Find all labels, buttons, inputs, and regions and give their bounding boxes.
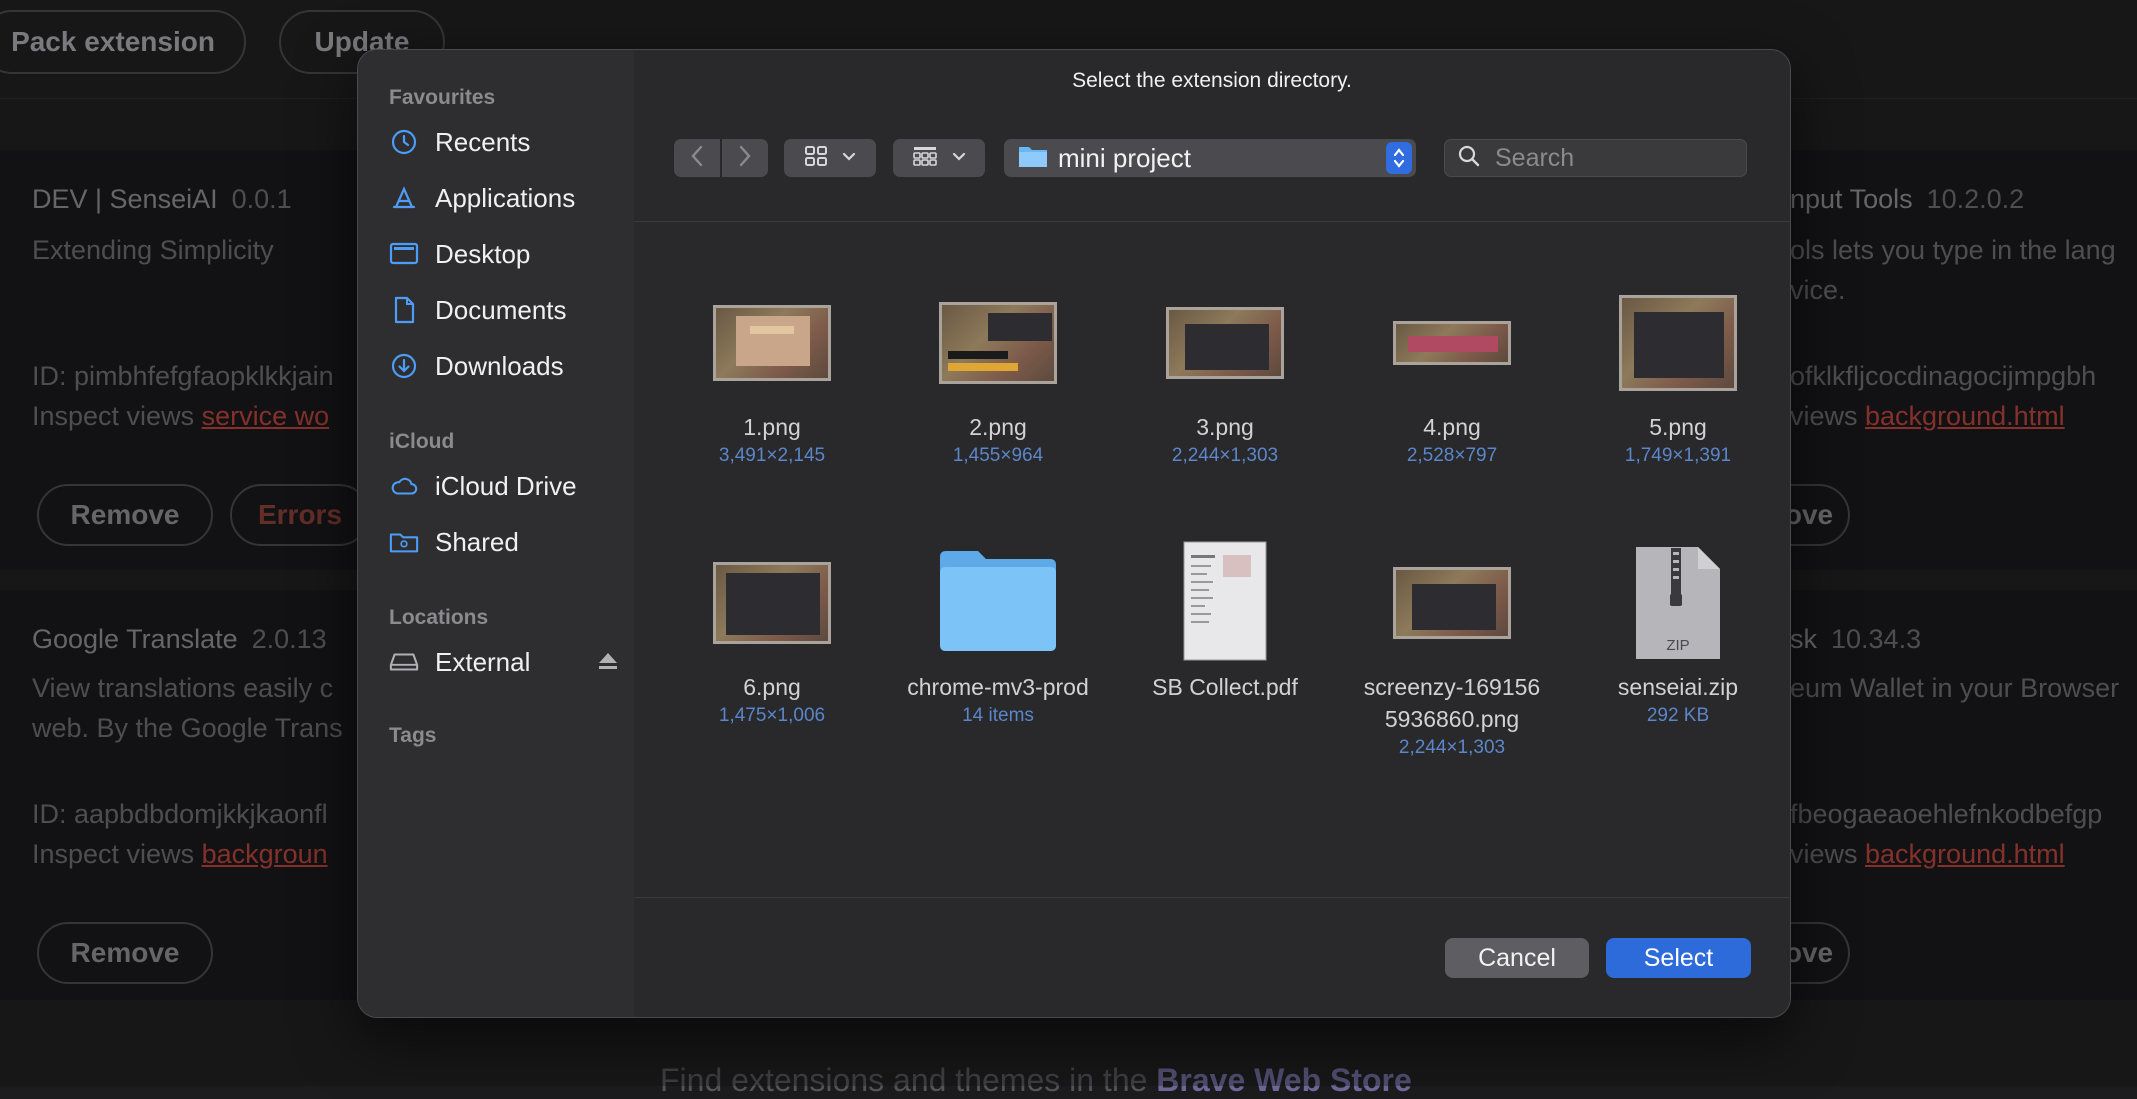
image-thumbnail: [1166, 307, 1284, 379]
image-thumbnail: [713, 305, 831, 381]
image-thumbnail: [1619, 295, 1737, 391]
file-name: screenzy-169156 5936860.png: [1363, 674, 1541, 732]
chevron-down-icon: [842, 149, 856, 167]
file-item[interactable]: 6.png 1,475×1,006: [672, 543, 872, 729]
file-item[interactable]: ZIP senseiai.zip 292 KB: [1578, 543, 1778, 729]
view-mode-button[interactable]: [784, 139, 876, 177]
drive-icon: [389, 647, 419, 677]
dialog-main-pane: Select the extension directory. mini pro…: [634, 50, 1790, 1017]
location-popup[interactable]: mini project: [1004, 139, 1416, 177]
search-field[interactable]: [1444, 139, 1747, 177]
pdf-document-icon: [1183, 541, 1267, 666]
sidebar-heading-tags: Tags: [389, 724, 437, 747]
zip-archive-icon: ZIP: [1635, 546, 1721, 660]
file-item[interactable]: 1.png 3,491×2,145: [672, 283, 872, 469]
sidebar-item-label: Recents: [435, 126, 531, 157]
toolbar-divider: [634, 221, 1790, 222]
chevron-right-icon: [738, 145, 752, 172]
sidebar-item-label: Downloads: [435, 350, 564, 381]
sidebar-heading-favourites: Favourites: [389, 86, 496, 109]
shared-folder-icon: [389, 527, 419, 557]
file-item[interactable]: SB Collect.pdf: [1125, 541, 1325, 703]
sidebar-item-icloud-drive[interactable]: iCloud Drive: [389, 464, 577, 508]
search-icon: [1457, 144, 1481, 173]
image-thumbnail: [939, 302, 1057, 384]
document-icon: [389, 295, 419, 325]
file-meta: 2,528×797: [1406, 445, 1498, 466]
back-button[interactable]: [674, 139, 720, 177]
file-item[interactable]: 2.png 1,455×964: [898, 283, 1098, 469]
file-meta: 1,749×1,391: [1624, 445, 1732, 466]
folder-icon: [1018, 144, 1048, 173]
search-input[interactable]: [1493, 142, 1717, 174]
sidebar-item-label: Shared: [435, 526, 519, 557]
applications-icon: [389, 183, 419, 213]
eject-icon[interactable]: [597, 647, 619, 678]
zip-label: ZIP: [1666, 637, 1690, 654]
file-name: senseiai.zip: [1617, 674, 1739, 700]
file-meta: 1,455×964: [952, 445, 1044, 466]
file-name: 6.png: [743, 674, 801, 700]
file-meta: 3,491×2,145: [718, 445, 826, 466]
file-meta: 14 items: [962, 705, 1034, 726]
file-name: 1.png: [743, 414, 801, 440]
cloud-icon: [389, 471, 419, 501]
image-thumbnail: [713, 562, 831, 644]
group-by-button[interactable]: [893, 139, 985, 177]
folder-item[interactable]: chrome-mv3-prod 14 items: [898, 543, 1098, 729]
file-item[interactable]: 4.png 2,528×797: [1352, 283, 1552, 469]
sidebar-item-recents[interactable]: Recents: [389, 120, 530, 164]
location-label: mini project: [1058, 142, 1191, 173]
desktop-icon: [389, 239, 419, 269]
folder-icon: [938, 549, 1058, 658]
file-meta: 1,475×1,006: [718, 705, 826, 726]
file-name: 5.png: [1649, 414, 1707, 440]
footer-divider: [634, 897, 1790, 898]
popup-stepper-icon: [1386, 142, 1412, 174]
sidebar-item-label: Documents: [435, 294, 567, 325]
clock-icon: [389, 127, 419, 157]
image-thumbnail: [1393, 567, 1511, 639]
sidebar-item-shared[interactable]: Shared: [389, 520, 519, 564]
sidebar-item-external[interactable]: External: [389, 640, 617, 684]
select-button[interactable]: Select: [1606, 938, 1751, 978]
sidebar-item-applications[interactable]: Applications: [389, 176, 575, 220]
file-open-dialog: Favourites Recents Applications Desktop …: [357, 49, 1791, 1018]
file-meta: 2,244×1,303: [1398, 737, 1506, 758]
file-name: 4.png: [1423, 414, 1481, 440]
chevron-left-icon: [690, 145, 704, 172]
file-item[interactable]: 3.png 2,244×1,303: [1125, 283, 1325, 469]
cancel-button[interactable]: Cancel: [1445, 938, 1589, 978]
image-thumbnail: [1393, 321, 1511, 365]
file-meta: 2,244×1,303: [1171, 445, 1279, 466]
dialog-sidebar: Favourites Recents Applications Desktop …: [358, 50, 634, 1017]
file-meta: 292 KB: [1646, 705, 1710, 726]
chevron-down-icon: [952, 149, 966, 167]
sidebar-item-desktop[interactable]: Desktop: [389, 232, 530, 276]
sidebar-heading-locations: Locations: [389, 606, 489, 629]
sidebar-item-label: iCloud Drive: [435, 470, 577, 501]
sidebar-item-label: Applications: [435, 182, 576, 213]
sidebar-item-downloads[interactable]: Downloads: [389, 344, 564, 388]
file-name: SB Collect.pdf: [1152, 674, 1298, 700]
sidebar-heading-icloud: iCloud: [389, 430, 455, 453]
grid-view-icon: [804, 145, 828, 172]
file-item[interactable]: 5.png 1,749×1,391: [1578, 283, 1778, 469]
sidebar-item-label: External: [435, 646, 531, 677]
file-name: chrome-mv3-prod: [907, 674, 1089, 700]
dialog-title: Select the extension directory.: [1072, 69, 1352, 92]
file-name: 3.png: [1196, 414, 1254, 440]
download-icon: [389, 351, 419, 381]
sidebar-item-label: Desktop: [435, 238, 531, 269]
group-grid-icon: [912, 145, 938, 172]
file-name: 2.png: [969, 414, 1027, 440]
forward-button[interactable]: [722, 139, 768, 177]
file-item[interactable]: screenzy-169156 5936860.png 2,244×1,303: [1352, 543, 1552, 761]
sidebar-item-documents[interactable]: Documents: [389, 288, 567, 332]
